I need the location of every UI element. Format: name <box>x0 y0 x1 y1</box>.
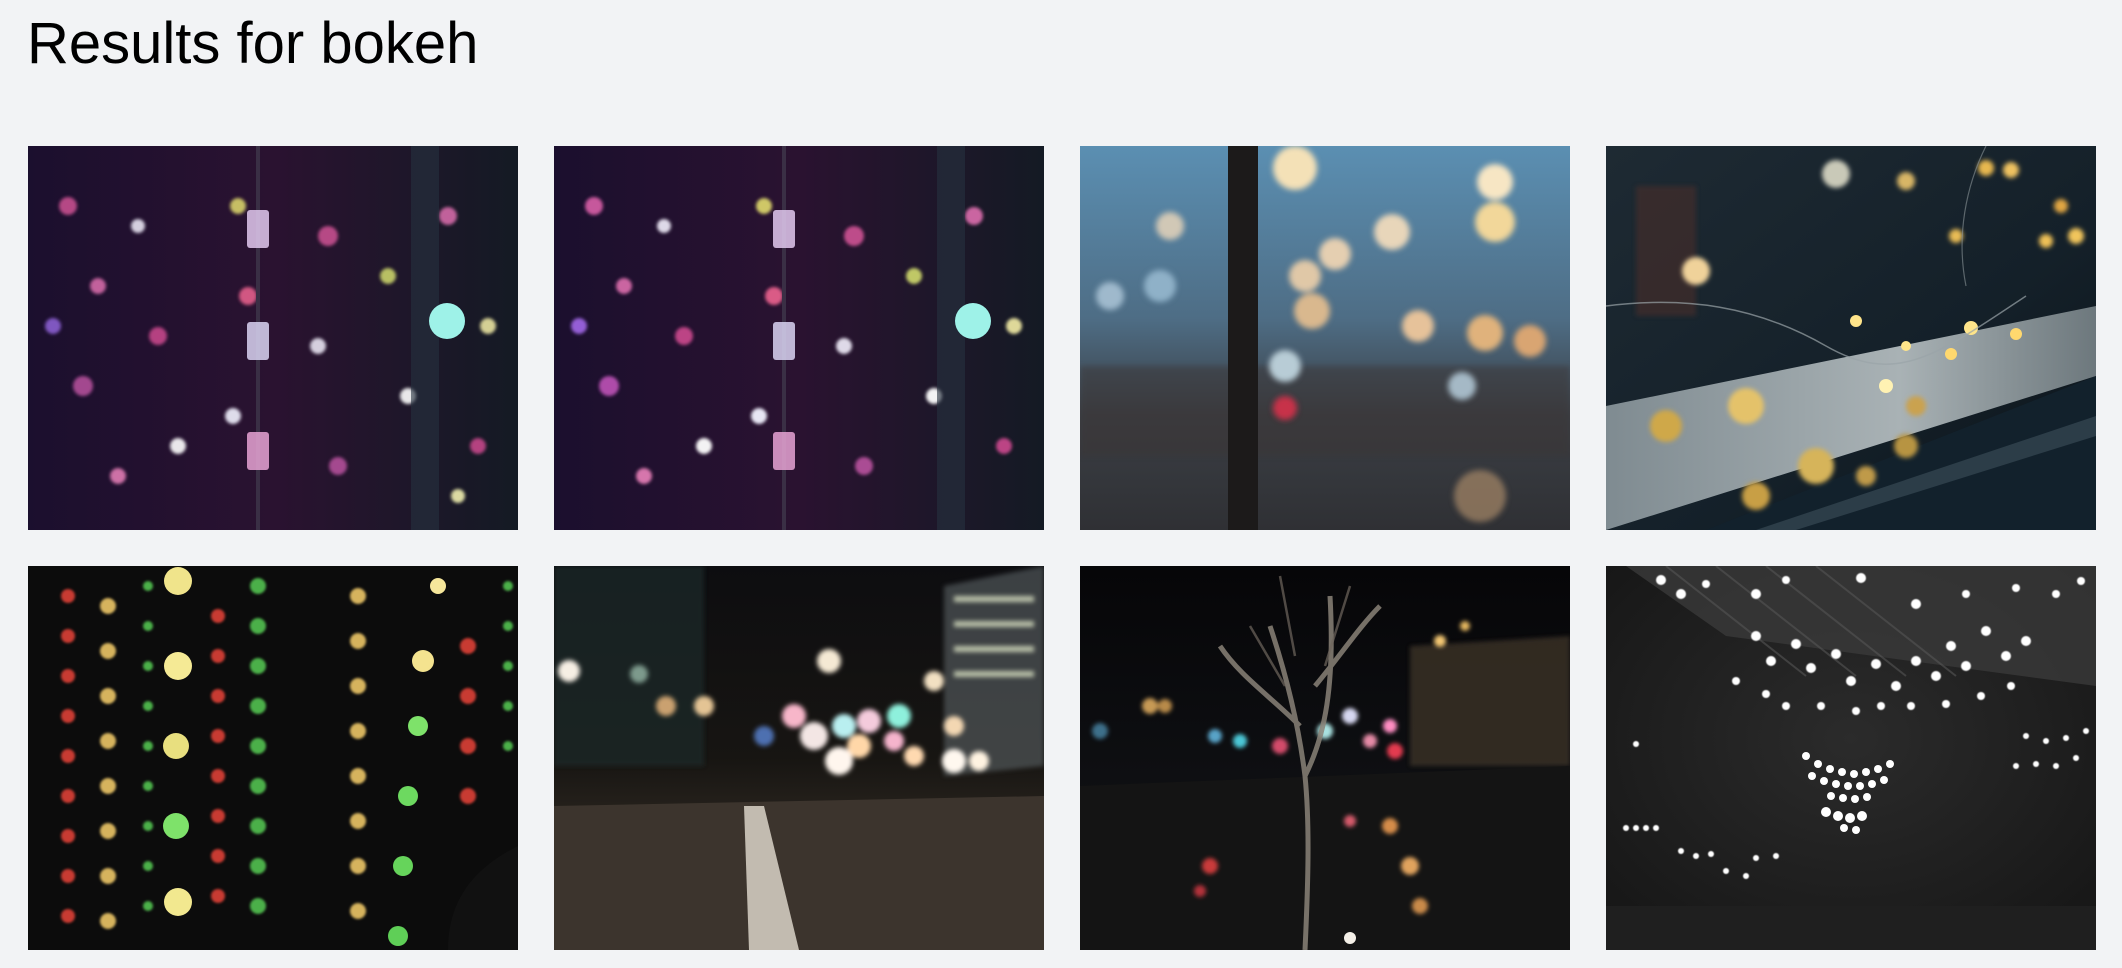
result-image-2[interactable] <box>554 146 1044 530</box>
image-results-grid <box>28 146 2096 950</box>
bokeh-photo-2 <box>554 146 1044 530</box>
bokeh-photo-8 <box>1606 566 2096 950</box>
page-title: Results for bokeh <box>27 11 479 76</box>
result-image-4[interactable] <box>1606 146 2096 530</box>
bokeh-photo-7 <box>1080 566 1570 950</box>
result-image-8[interactable] <box>1606 566 2096 950</box>
result-image-5[interactable] <box>28 566 518 950</box>
result-image-1[interactable] <box>28 146 518 530</box>
bokeh-photo-3 <box>1080 146 1570 530</box>
result-image-7[interactable] <box>1080 566 1570 950</box>
bokeh-photo-4 <box>1606 146 2096 530</box>
search-results-page: Results for bokeh <box>0 0 2122 968</box>
result-image-3[interactable] <box>1080 146 1570 530</box>
bokeh-photo-1 <box>28 146 518 530</box>
bokeh-photo-5 <box>28 566 518 950</box>
result-image-6[interactable] <box>554 566 1044 950</box>
bokeh-photo-6 <box>554 566 1044 950</box>
